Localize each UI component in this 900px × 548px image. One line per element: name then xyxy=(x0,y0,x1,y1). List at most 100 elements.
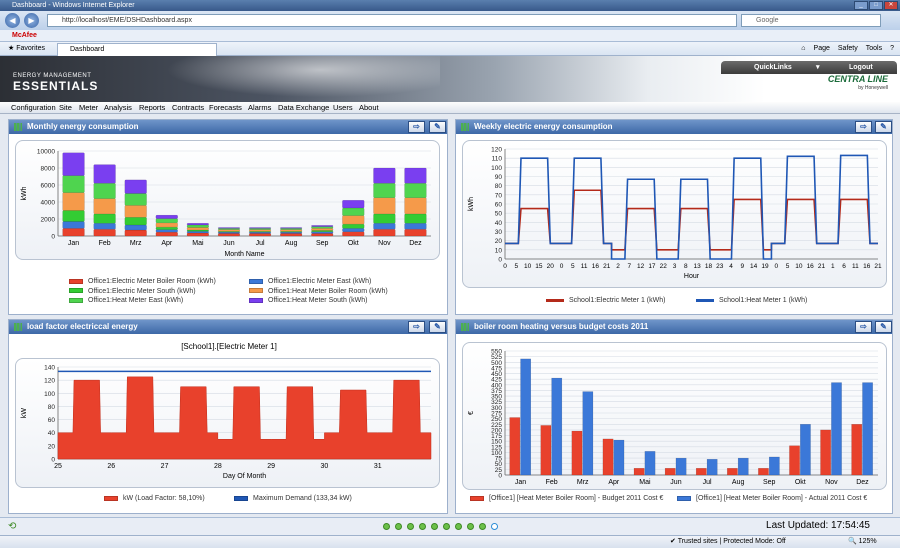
address-input[interactable]: http://localhost/EME/DSHDashboard.aspx xyxy=(47,14,737,27)
x-tick-label: Apr xyxy=(608,479,620,486)
panel-title: boiler room heating versus budget costs … xyxy=(474,322,649,331)
settings-icon[interactable]: ✎ xyxy=(429,321,446,333)
tab-dashboard[interactable]: Dashboard xyxy=(57,43,217,56)
page-dot[interactable] xyxy=(431,523,438,530)
last-updated: Last Updated: 17:54:45 xyxy=(766,520,870,531)
y-tick-label: 80 xyxy=(495,183,503,190)
legend-item: Office1:Heat Meter East (kWh) xyxy=(69,297,183,304)
menu-forecasts[interactable]: Forecasts xyxy=(209,102,242,114)
bar-chart-icon xyxy=(14,323,22,331)
page-dot[interactable] xyxy=(479,523,486,530)
search-input[interactable]: Google xyxy=(741,14,881,27)
window-titlebar: Dashboard - Windows Internet Explorer _ … xyxy=(0,0,900,11)
bar-segment xyxy=(62,175,85,193)
x-tick-label: Okt xyxy=(795,479,806,486)
x-tick-label: 8 xyxy=(684,263,688,270)
navigate-icon[interactable]: ⇨ xyxy=(855,121,872,133)
mcafee-addon[interactable]: McAfee xyxy=(12,30,37,42)
legend-swatch xyxy=(104,495,118,501)
chart-monthly: 0 2000 4000 6000 8000 10000 kWh Jan Feb Mrz Apr Mai… xyxy=(21,149,431,258)
menu-users[interactable]: Users xyxy=(333,102,353,114)
menu-reports[interactable]: Reports xyxy=(139,102,165,114)
forward-button[interactable]: ▶ xyxy=(24,13,39,28)
bar-segment xyxy=(62,210,85,222)
menu-alarms[interactable]: Alarms xyxy=(248,102,271,114)
bar-segment xyxy=(342,200,365,209)
panel-title: Monthly energy consumption xyxy=(27,122,139,131)
minimize-button[interactable]: _ xyxy=(854,1,868,10)
tools-menu[interactable]: Tools xyxy=(866,42,882,56)
page-dot[interactable] xyxy=(419,523,426,530)
refresh-icon[interactable]: ⟲ xyxy=(8,521,16,532)
legend-label: Office1:Electric Meter Boiler Room (kWh) xyxy=(88,278,216,285)
legend-swatch xyxy=(249,278,263,284)
bar xyxy=(551,377,563,476)
quicklinks-button[interactable]: QuickLinks xyxy=(754,61,792,74)
menu-meter[interactable]: Meter xyxy=(79,102,98,114)
legend-item: Maximum Demand (133,34 kW) xyxy=(234,495,352,502)
bar-segment xyxy=(155,229,178,233)
page-dot[interactable] xyxy=(467,523,474,530)
x-tick-label: 16 xyxy=(807,263,815,270)
plot-area: 0 10 20 30 40 50 60 70 80 90 100 110 120 kWh 0 5 10 15 20 0… xyxy=(462,140,887,288)
panel-title: Weekly electric energy consumption xyxy=(474,122,613,131)
bar-segment xyxy=(124,224,147,231)
zone-text: Trusted sites | Protected Mode: Off xyxy=(677,538,786,545)
logout-button[interactable]: Logout xyxy=(849,61,873,74)
menu-data-exchange[interactable]: Data Exchange xyxy=(278,102,329,114)
close-button[interactable]: ✕ xyxy=(884,1,898,10)
navigate-icon[interactable]: ⇨ xyxy=(855,321,872,333)
brand-logo: CENTRA LINE by Honeywell xyxy=(828,75,888,93)
page-dot[interactable] xyxy=(443,523,450,530)
x-tick-label: 21 xyxy=(874,263,882,270)
settings-icon[interactable]: ✎ xyxy=(875,321,892,333)
menu-contracts[interactable]: Contracts xyxy=(172,102,204,114)
y-tick-label: 30 xyxy=(495,229,503,236)
page-dot[interactable] xyxy=(455,523,462,530)
page-dot[interactable] xyxy=(395,523,402,530)
page-dot[interactable] xyxy=(383,523,390,530)
menu-site[interactable]: Site xyxy=(59,102,72,114)
y-tick-label: 20 xyxy=(48,443,56,450)
bar-segment xyxy=(373,213,396,224)
zoom-level[interactable]: 🔍 125% xyxy=(848,536,877,548)
x-tick-label: 16 xyxy=(592,263,600,270)
menu-configuration[interactable]: Configuration xyxy=(11,102,56,114)
legend-item: kW (Load Factor: 58,10%) xyxy=(104,495,205,502)
menu-about[interactable]: About xyxy=(359,102,379,114)
bar xyxy=(602,438,614,476)
page-menu[interactable]: Page xyxy=(814,42,830,56)
window-title: Dashboard - Windows Internet Explorer xyxy=(12,2,135,9)
home-icon[interactable]: ⌂ xyxy=(801,42,805,56)
bar xyxy=(851,424,863,476)
page-dot[interactable] xyxy=(491,523,498,530)
panel-header: load factor electriccal energy ⇨ ✎ xyxy=(9,320,447,334)
maximize-button[interactable]: □ xyxy=(869,1,883,10)
back-button[interactable]: ◀ xyxy=(5,13,20,28)
x-tick-label: 13 xyxy=(694,263,702,270)
bar-segment xyxy=(124,205,147,218)
y-tick-label: 550 xyxy=(491,349,502,356)
bar-segment xyxy=(124,217,147,226)
x-tick-label: Jun xyxy=(223,240,234,247)
bar-segment xyxy=(342,207,365,216)
page-dot[interactable] xyxy=(407,523,414,530)
bar-segment xyxy=(155,214,178,219)
safety-menu[interactable]: Safety xyxy=(838,42,858,56)
navigate-icon[interactable]: ⇨ xyxy=(408,121,425,133)
legend-label: Maximum Demand (133,34 kW) xyxy=(253,495,352,502)
bar-segment xyxy=(311,231,334,234)
x-tick-label: Dez xyxy=(409,240,422,247)
menu-analysis[interactable]: Analysis xyxy=(104,102,132,114)
y-tick-label: 0 xyxy=(51,234,55,241)
settings-icon[interactable]: ✎ xyxy=(875,121,892,133)
bar-segment xyxy=(93,183,116,199)
x-tick-label: Okt xyxy=(348,240,359,247)
help-icon[interactable]: ? xyxy=(890,42,894,56)
chevron-down-icon[interactable]: ▾ xyxy=(816,61,820,74)
navigate-icon[interactable]: ⇨ xyxy=(408,321,425,333)
zoom-text: 125% xyxy=(858,538,877,545)
settings-icon[interactable]: ✎ xyxy=(429,121,446,133)
favorites-button[interactable]: ★ Favorites xyxy=(8,42,45,56)
bar-chart-icon xyxy=(461,123,469,131)
